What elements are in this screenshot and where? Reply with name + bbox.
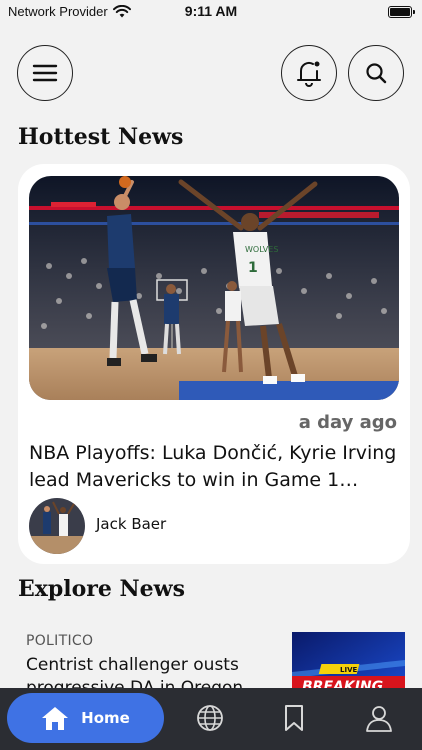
hottest-news-card[interactable]: WOLVES 1 a day ago NBA Playoffs: Luka Do… [18, 164, 410, 564]
news-headline[interactable]: NBA Playoffs: Luka Dončić, Kyrie Irving … [29, 440, 401, 494]
explore-news-title: Explore News [18, 576, 185, 602]
tab-home[interactable]: Home [7, 693, 164, 743]
tab-home-label: Home [81, 709, 130, 727]
tab-profile[interactable] [363, 702, 395, 734]
menu-button[interactable] [17, 45, 73, 101]
svg-text:1: 1 [248, 260, 258, 276]
notification-button[interactable] [281, 45, 337, 101]
news-source: POLITICO [26, 633, 94, 649]
hottest-news-title: Hottest News [18, 124, 184, 150]
status-bar: Network Provider 9:11 AM [0, 0, 422, 26]
author-avatar[interactable] [29, 498, 85, 554]
svg-text:WOLVES: WOLVES [245, 245, 278, 254]
bell-icon [297, 61, 321, 87]
tab-bar: Home [0, 688, 422, 750]
author-name[interactable]: Jack Baer [96, 515, 166, 533]
svg-text:LIVE: LIVE [340, 666, 357, 674]
globe-icon [197, 705, 223, 731]
menu-icon [32, 64, 58, 82]
tab-explore[interactable] [194, 702, 226, 734]
news-timestamp: a day ago [298, 412, 397, 433]
search-icon [366, 63, 387, 84]
hottest-news-image[interactable]: WOLVES 1 [29, 176, 399, 400]
status-time: 9:11 AM [184, 3, 238, 19]
profile-icon [366, 706, 392, 732]
bookmark-icon [285, 705, 303, 731]
home-icon [42, 707, 69, 730]
battery-icon [388, 6, 415, 18]
search-button[interactable] [348, 45, 404, 101]
tab-bookmark[interactable] [278, 702, 310, 734]
